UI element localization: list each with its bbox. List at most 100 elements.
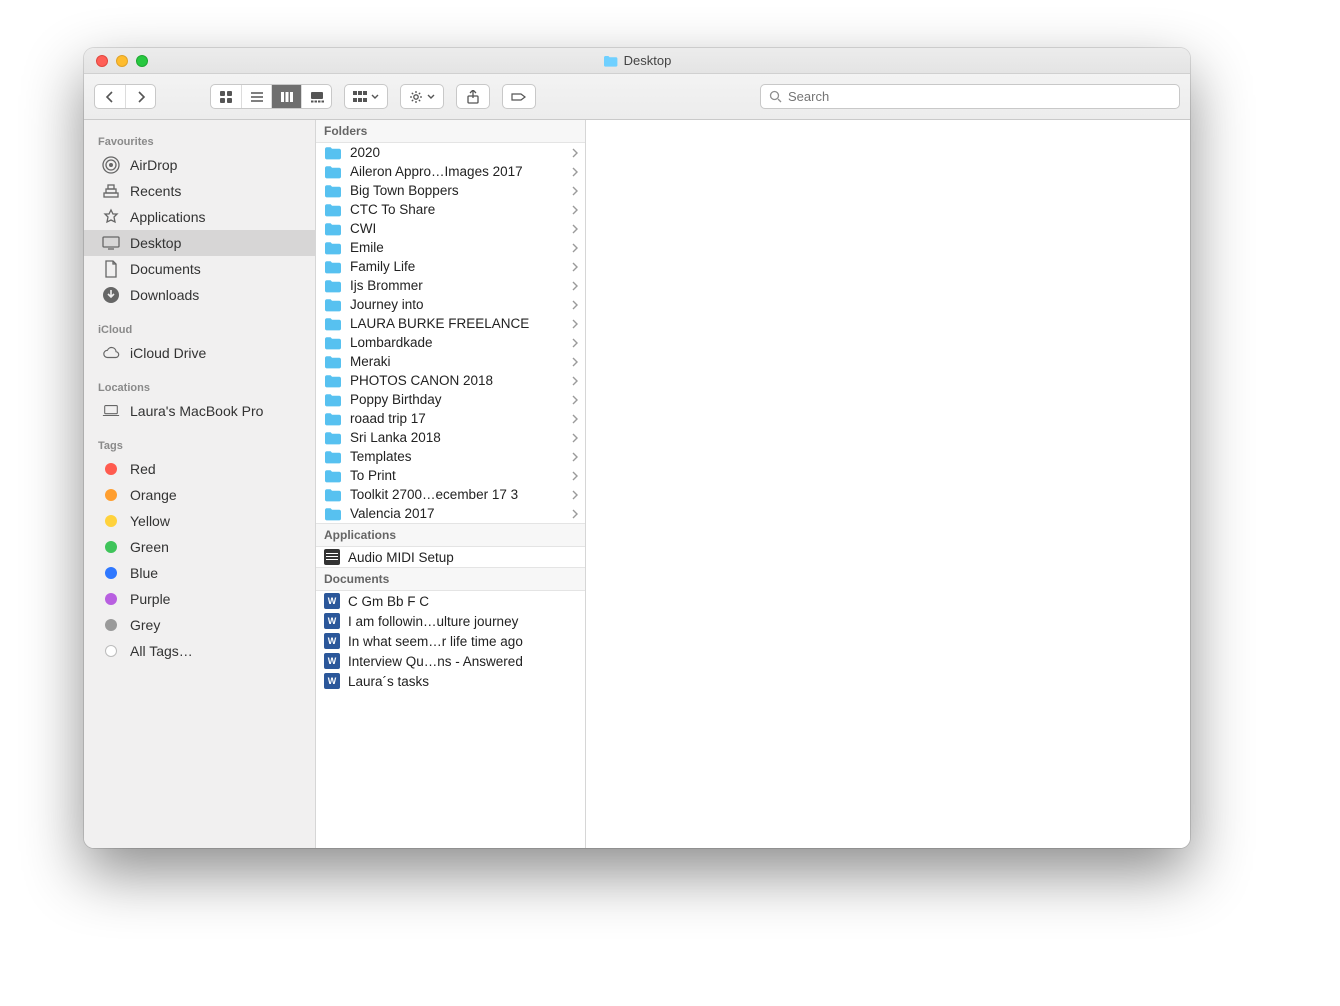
file-row[interactable]: Big Town Boppers	[316, 181, 585, 200]
sidebar-item-yellow[interactable]: Yellow	[84, 508, 315, 534]
chevron-right-icon	[136, 91, 146, 103]
file-row[interactable]: Family Life	[316, 257, 585, 276]
file-row[interactable]: 2020	[316, 143, 585, 162]
sidebar-item-blue[interactable]: Blue	[84, 560, 315, 586]
file-name: Ijs Brommer	[350, 278, 564, 293]
group-by-button[interactable]	[344, 84, 388, 109]
file-row[interactable]: WIn what seem…r life time ago	[316, 631, 585, 651]
chevron-right-icon	[572, 300, 579, 310]
tags-button[interactable]	[502, 84, 536, 109]
chevron-right-icon	[572, 414, 579, 424]
search-field[interactable]	[760, 84, 1180, 109]
sidebar-item-orange[interactable]: Orange	[84, 482, 315, 508]
sidebar-item-label: Blue	[130, 565, 158, 581]
tag-dot-icon	[102, 616, 120, 634]
forward-button[interactable]	[125, 85, 155, 108]
sidebar-item-label: Grey	[130, 617, 160, 633]
zoom-window-button[interactable]	[136, 55, 148, 67]
sidebar-item-downloads[interactable]: Downloads	[84, 282, 315, 308]
file-row[interactable]: WC Gm Bb F C	[316, 591, 585, 611]
action-menu-button[interactable]	[400, 84, 444, 109]
file-row[interactable]: Lombardkade	[316, 333, 585, 352]
view-gallery-button[interactable]	[301, 85, 331, 108]
window-title: Desktop	[84, 53, 1190, 68]
tag-dot-icon	[102, 460, 120, 478]
sidebar-item-red[interactable]: Red	[84, 456, 315, 482]
file-row[interactable]: Poppy Birthday	[316, 390, 585, 409]
window-title-text: Desktop	[624, 53, 672, 68]
folder-icon	[324, 374, 342, 388]
file-name: I am followin…ulture journey	[348, 614, 579, 629]
column-pane[interactable]: Folders2020Aileron Appro…Images 2017Big …	[316, 120, 586, 848]
sidebar-item-label: Recents	[130, 183, 181, 199]
sidebar-item-green[interactable]: Green	[84, 534, 315, 560]
file-row[interactable]: Meraki	[316, 352, 585, 371]
sidebar-item-recents[interactable]: Recents	[84, 178, 315, 204]
folder-icon	[324, 260, 342, 274]
sidebar-item-applications[interactable]: Applications	[84, 204, 315, 230]
file-row[interactable]: WInterview Qu…ns - Answered	[316, 651, 585, 671]
search-icon	[769, 90, 782, 103]
file-row[interactable]: CTC To Share	[316, 200, 585, 219]
file-row[interactable]: CWI	[316, 219, 585, 238]
close-window-button[interactable]	[96, 55, 108, 67]
file-row[interactable]: Journey into	[316, 295, 585, 314]
sidebar-item-purple[interactable]: Purple	[84, 586, 315, 612]
detail-pane	[586, 120, 1190, 848]
file-row[interactable]: Audio MIDI Setup	[316, 547, 585, 567]
view-icons-button[interactable]	[211, 85, 241, 108]
file-row[interactable]: LAURA BURKE FREELANCE	[316, 314, 585, 333]
sidebar-item-label: All Tags…	[130, 643, 193, 659]
file-row[interactable]: Aileron Appro…Images 2017	[316, 162, 585, 181]
file-row[interactable]: roaad trip 17	[316, 409, 585, 428]
sidebar-item-laura-s-macbook-pro[interactable]: Laura's MacBook Pro	[84, 398, 315, 424]
view-mode-segment	[210, 84, 332, 109]
chevron-right-icon	[572, 433, 579, 443]
view-columns-button[interactable]	[271, 85, 301, 108]
folder-icon	[324, 450, 342, 464]
sidebar-item-icloud-drive[interactable]: iCloud Drive	[84, 340, 315, 366]
chevron-right-icon	[572, 243, 579, 253]
desktop-icon	[102, 234, 120, 252]
file-row[interactable]: Valencia 2017	[316, 504, 585, 523]
chevron-right-icon	[572, 357, 579, 367]
chevron-right-icon	[572, 376, 579, 386]
search-input[interactable]	[788, 89, 1171, 104]
sidebar-section-title: Tags	[84, 434, 315, 456]
icloud-icon	[102, 344, 120, 362]
sidebar-item-desktop[interactable]: Desktop	[84, 230, 315, 256]
file-name: Interview Qu…ns - Answered	[348, 654, 579, 669]
file-row[interactable]: Templates	[316, 447, 585, 466]
chevron-right-icon	[572, 452, 579, 462]
share-button[interactable]	[456, 84, 490, 109]
minimize-window-button[interactable]	[116, 55, 128, 67]
file-name: Valencia 2017	[350, 506, 564, 521]
file-row[interactable]: PHOTOS CANON 2018	[316, 371, 585, 390]
view-list-button[interactable]	[241, 85, 271, 108]
sidebar-item-label: Orange	[130, 487, 177, 503]
file-row[interactable]: Toolkit 2700…ecember 17 3	[316, 485, 585, 504]
chevron-right-icon	[572, 148, 579, 158]
group-header: Folders	[316, 120, 585, 143]
file-row[interactable]: Emile	[316, 238, 585, 257]
back-button[interactable]	[95, 85, 125, 108]
app-icon	[324, 549, 340, 565]
file-row[interactable]: Ijs Brommer	[316, 276, 585, 295]
sidebar-item-label: Green	[130, 539, 169, 555]
sidebar-item-all-tags-[interactable]: All Tags…	[84, 638, 315, 664]
file-row[interactable]: WLaura´s tasks	[316, 671, 585, 691]
file-row[interactable]: To Print	[316, 466, 585, 485]
sidebar-item-label: Applications	[130, 209, 206, 225]
file-name: Toolkit 2700…ecember 17 3	[350, 487, 564, 502]
sidebar-item-grey[interactable]: Grey	[84, 612, 315, 638]
word-doc-icon: W	[324, 613, 340, 629]
file-name: Family Life	[350, 259, 564, 274]
folder-icon	[324, 165, 342, 179]
sidebar-item-airdrop[interactable]: AirDrop	[84, 152, 315, 178]
sidebar: FavouritesAirDropRecentsApplicationsDesk…	[84, 120, 316, 848]
sidebar-item-documents[interactable]: Documents	[84, 256, 315, 282]
chevron-right-icon	[572, 471, 579, 481]
applications-icon	[102, 208, 120, 226]
file-row[interactable]: W I am followin…ulture journey	[316, 611, 585, 631]
file-row[interactable]: Sri Lanka 2018	[316, 428, 585, 447]
